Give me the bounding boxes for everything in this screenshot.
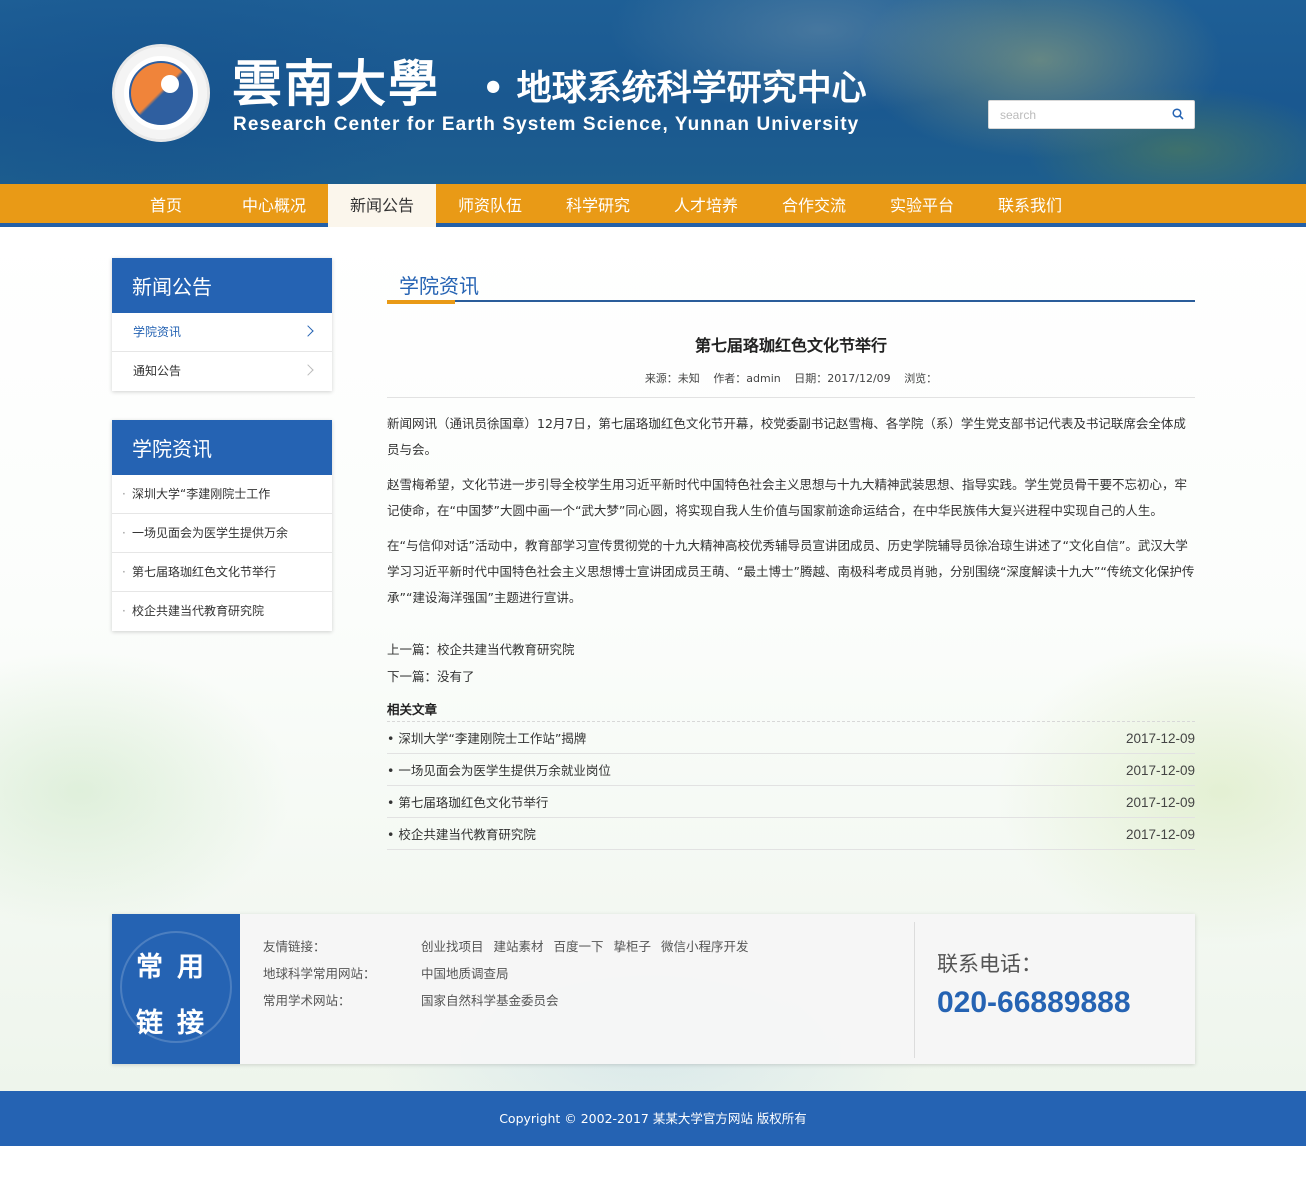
sidebar-college-news-box: 学院资讯 深圳大学“李建刚院士工作 一场见面会为医学生提供万余 第七届珞珈红色文… [112, 420, 332, 631]
main-nav: 首页 中心概况 新闻公告 师资队伍 科学研究 人才培养 合作交流 实验平台 联系… [0, 184, 1306, 227]
friend-links-row: 友情链接： 创业找项目 建站素材 百度一下 挚柜子 微信小程序开发 [263, 933, 755, 960]
sidebar-item-college-news[interactable]: 学院资讯 [112, 313, 332, 352]
nav-item-overview[interactable]: 中心概况 [220, 184, 328, 227]
site-header: 雲南大學 • 地球系统科学研究中心 Research Center for Ea… [0, 0, 1306, 184]
article-body: 新闻网讯（通讯员徐国章）12月7日，第七届珞珈红色文化节开幕，校党委副书记赵雪梅… [387, 411, 1195, 611]
article-title: 第七届珞珈红色文化节举行 [694, 336, 887, 355]
related-article-date: 2017-12-09 [1125, 731, 1195, 746]
search-input[interactable] [989, 101, 1159, 128]
main-content: 学院资讯 第七届珞珈红色文化节举行 来源：未知 作者：admin 日期：2017… [387, 258, 1195, 850]
sidebar-item-notices[interactable]: 通知公告 [112, 352, 332, 391]
academic-sites-label: 常用学术网站： [263, 993, 351, 1008]
article-paragraph: 在“与信仰对话”活动中，教育部学习宣传贯彻党的十九大精神高校优秀辅导员宣讲团成员… [387, 538, 1195, 605]
common-links-badge-text: 常用 链接 [136, 952, 218, 1039]
contact-phone-number: 020-66889888 [937, 986, 1131, 1019]
search-box [988, 100, 1195, 129]
nav-item-home[interactable]: 首页 [112, 184, 220, 227]
related-article-date: 2017-12-09 [1125, 763, 1195, 778]
sidebar-news-box: 新闻公告 学院资讯 通知公告 [112, 258, 332, 391]
list-item: • 深圳大学“李建刚院士工作站”揭牌 2017-12-09 [387, 722, 1195, 754]
footer-link[interactable]: 百度一下 [553, 939, 603, 954]
section-header: 学院资讯 [387, 258, 1195, 304]
prev-article-link[interactable]: 上一篇：校企共建当代教育研究院 [387, 636, 1195, 663]
logo-yin-yang-emblem [129, 61, 193, 125]
related-article-date: 2017-12-09 [1125, 795, 1195, 810]
related-articles-list: • 深圳大学“李建刚院士工作站”揭牌 2017-12-09 • 一场见面会为医学… [387, 722, 1195, 850]
list-item: • 校企共建当代教育研究院 2017-12-09 [387, 818, 1195, 850]
related-article-link[interactable]: • 深圳大学“李建刚院士工作站”揭牌 [387, 722, 586, 753]
article-date: 日期：2017/12/09 [794, 372, 891, 385]
sidebar-news-link[interactable]: 校企共建当代教育研究院 [112, 592, 332, 631]
sidebar-news-link[interactable]: 一场见面会为医学生提供万余 [112, 514, 332, 553]
nav-item-research[interactable]: 科学研究 [544, 184, 652, 227]
nav-item-contact[interactable]: 联系我们 [976, 184, 1084, 227]
footer-links-panel: 常用 链接 友情链接： 创业找项目 建站素材 百度一下 挚柜子 微信小程序开发 … [112, 914, 1195, 1064]
footer-link[interactable]: 国家自然科学基金委员会 [421, 993, 559, 1008]
nav-item-news[interactable]: 新闻公告 [328, 184, 436, 227]
site-title-english: Research Center for Earth System Science… [233, 114, 860, 135]
list-item: • 第七届珞珈红色文化节举行 2017-12-09 [387, 786, 1195, 818]
nav-item-cooperation[interactable]: 合作交流 [760, 184, 868, 227]
article-source: 来源：未知 [644, 372, 700, 385]
site-title-university: 雲南大學 [232, 54, 440, 113]
footer-link[interactable]: 微信小程序开发 [661, 939, 749, 954]
related-article-link[interactable]: • 第七届珞珈红色文化节举行 [387, 786, 548, 817]
sidebar-news-title: 新闻公告 [112, 258, 332, 313]
related-article-link[interactable]: • 一场见面会为医学生提供万余就业岗位 [387, 754, 611, 785]
footer-link-rows: 友情链接： 创业找项目 建站素材 百度一下 挚柜子 微信小程序开发 地球科学常用… [263, 933, 755, 1014]
chevron-right-icon [302, 325, 314, 337]
footer-link[interactable]: 中国地质调查局 [421, 966, 509, 981]
section-title: 学院资讯 [399, 274, 479, 298]
sidebar-news-link[interactable]: 第七届珞珈红色文化节举行 [112, 553, 332, 592]
copyright-bar: Copyright © 2002-2017 某某大学官方网站 版权所有 [0, 1091, 1306, 1146]
footer-link[interactable]: 挚柜子 [613, 939, 651, 954]
nav-item-lab-platform[interactable]: 实验平台 [868, 184, 976, 227]
article-author: 作者：admin [713, 372, 781, 385]
article-views: 浏览： [904, 372, 938, 385]
earth-science-sites-row: 地球科学常用网站： 中国地质调查局 [263, 960, 755, 987]
sidebar-college-news-title: 学院资讯 [112, 420, 332, 475]
list-item: • 一场见面会为医学生提供万余就业岗位 2017-12-09 [387, 754, 1195, 786]
common-links-badge: 常用 链接 [112, 914, 240, 1064]
footer-link[interactable]: 建站素材 [493, 939, 543, 954]
article-paragraph: 新闻网讯（通讯员徐国章）12月7日，第七届珞珈红色文化节开幕，校党委副书记赵雪梅… [387, 416, 1186, 457]
search-icon[interactable] [1172, 108, 1184, 120]
article-paragraph: 赵雪梅希望，文化节进一步引导全校学生用习近平新时代中国特色社会主义思想与十九大精… [387, 477, 1188, 518]
nav-item-faculty[interactable]: 师资队伍 [436, 184, 544, 227]
friend-links-label: 友情链接： [263, 939, 326, 954]
footer-divider [914, 922, 915, 1058]
site-title-center: • 地球系统科学研究中心 [482, 69, 867, 109]
university-logo[interactable] [112, 44, 210, 142]
nav-item-education[interactable]: 人才培养 [652, 184, 760, 227]
chevron-right-icon [302, 364, 314, 376]
sidebar-news-link[interactable]: 深圳大学“李建刚院士工作 [112, 475, 332, 514]
contact-phone-label: 联系电话： [937, 952, 1042, 976]
related-article-link[interactable]: • 校企共建当代教育研究院 [387, 818, 536, 849]
article-meta: 来源：未知 作者：admin 日期：2017/12/09 浏览： [387, 370, 1195, 398]
section-title-accent [387, 300, 455, 304]
next-article-link[interactable]: 下一篇：没有了 [387, 663, 1195, 690]
earth-science-sites-label: 地球科学常用网站： [263, 966, 376, 981]
prev-next-nav: 上一篇：校企共建当代教育研究院 下一篇：没有了 [387, 636, 1195, 690]
related-articles-title: 相关文章 [387, 698, 1195, 722]
related-article-date: 2017-12-09 [1125, 827, 1195, 842]
footer-link[interactable]: 创业找项目 [421, 939, 484, 954]
academic-sites-row: 常用学术网站： 国家自然科学基金委员会 [263, 987, 755, 1014]
